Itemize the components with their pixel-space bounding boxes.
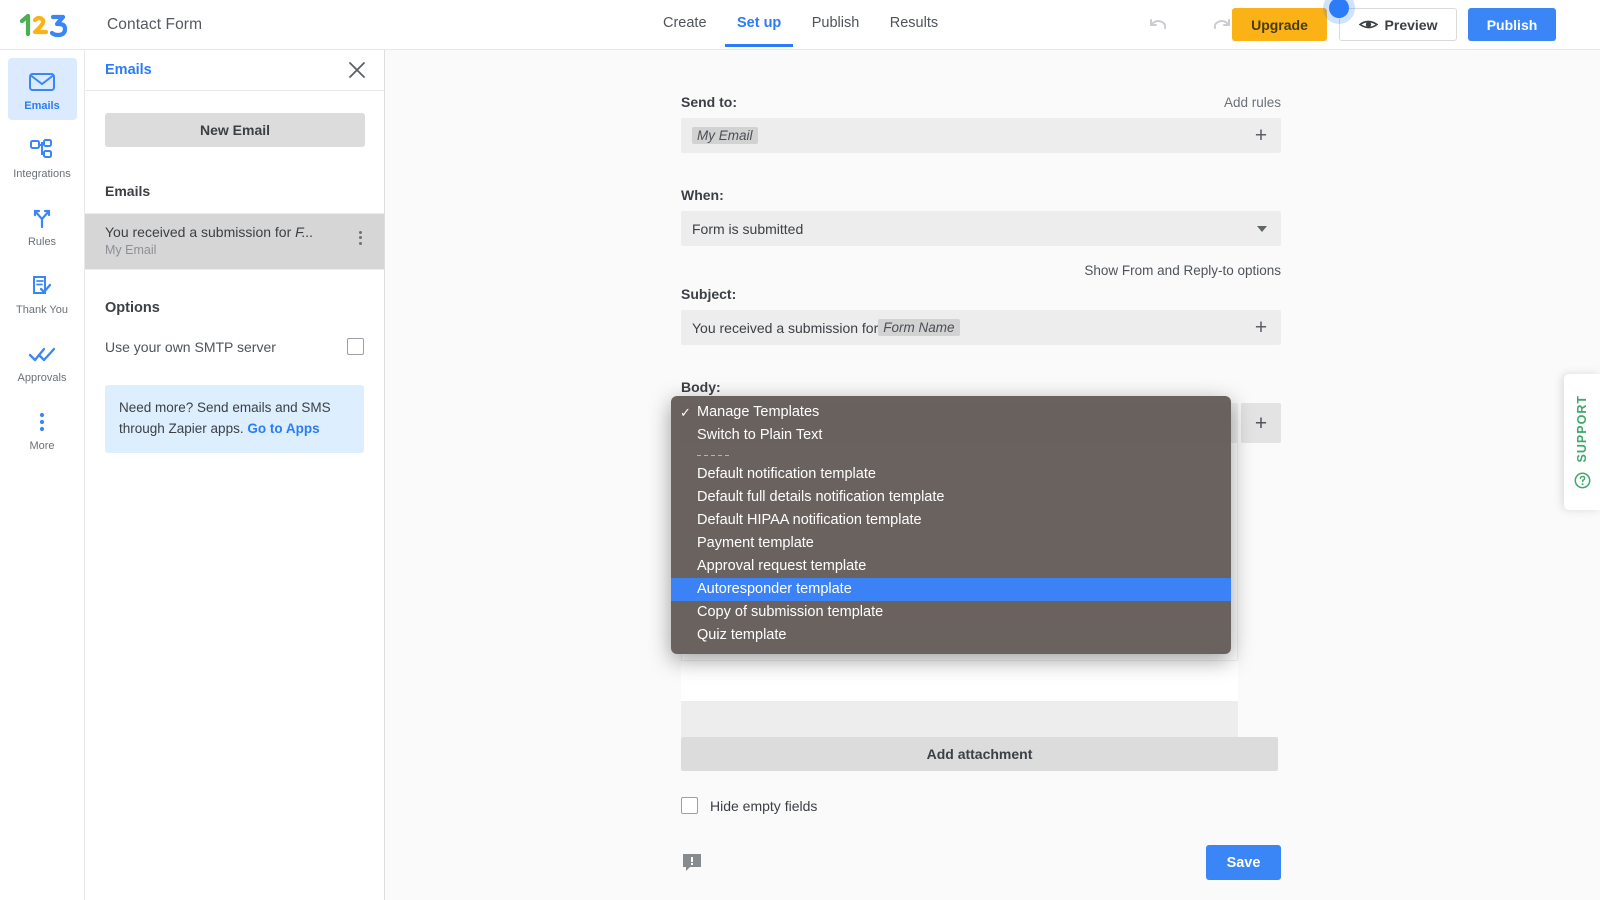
send-to-plus-icon[interactable]: + <box>1241 118 1281 153</box>
sidebar-label-integrations: Integrations <box>13 168 71 180</box>
feedback-bubble-icon[interactable] <box>681 852 703 878</box>
main-nav: Create Set up Publish Results <box>650 0 951 50</box>
menu-item-manage-templates[interactable]: Manage Templates <box>671 401 1231 424</box>
form-title: Contact Form <box>107 16 203 33</box>
kebab-menu-icon[interactable] <box>357 224 364 251</box>
email-item-title: You received a submission for F... <box>105 224 314 240</box>
when-select[interactable]: Form is submitted <box>681 211 1281 246</box>
sidebar-label-approvals: Approvals <box>17 372 67 384</box>
redo-arrow-icon[interactable] <box>1210 14 1234 36</box>
smtp-checkbox[interactable] <box>347 338 364 355</box>
send-to-label: Send to: <box>681 94 737 110</box>
body-plus-icon[interactable]: + <box>1241 403 1281 443</box>
envelope-icon <box>8 68 77 96</box>
double-check-icon <box>8 340 77 368</box>
smtp-label: Use your own SMTP server <box>105 338 276 355</box>
menu-item-approval-request[interactable]: Approval request template <box>671 555 1231 578</box>
body-editor-spacer <box>681 661 1238 701</box>
menu-separator <box>671 447 1231 463</box>
email-item-subtitle: My Email <box>105 243 157 257</box>
sidebar-label-more: More <box>29 440 55 452</box>
subject-input[interactable]: You received a submission for Form Name … <box>681 310 1281 345</box>
subject-text: You received a submission for <box>692 319 879 336</box>
support-label: SUPPORT <box>1575 395 1589 463</box>
chevron-down-icon <box>1257 225 1267 232</box>
sidebar-item-rules[interactable]: Rules <box>8 194 77 256</box>
subject-label: Subject: <box>681 286 737 302</box>
send-to-token: My Email <box>692 127 758 144</box>
sidebar-label-rules: Rules <box>27 236 57 248</box>
form-footer: Save <box>681 845 1281 885</box>
emails-list-heading: Emails <box>105 183 151 199</box>
subject-token: Form Name <box>878 319 960 336</box>
app-logo[interactable] <box>18 12 70 38</box>
when-selected-value: Form is submitted <box>692 220 804 237</box>
add-attachment-button[interactable]: Add attachment <box>681 737 1278 771</box>
new-email-button[interactable]: New Email <box>105 113 365 147</box>
show-from-reply-to-link[interactable]: Show From and Reply-to options <box>681 263 1281 278</box>
hide-empty-fields-label: Hide empty fields <box>710 797 818 814</box>
sidebar-label-emails: Emails <box>24 100 60 112</box>
tab-publish[interactable]: Publish <box>799 0 873 47</box>
question-circle-icon <box>1574 472 1591 489</box>
dots-vertical-icon <box>8 408 77 436</box>
panel-header: Emails <box>85 50 384 91</box>
options-heading: Options <box>105 300 160 316</box>
undo-arrow-icon[interactable] <box>1146 14 1170 36</box>
list-item[interactable]: You received a submission for F... My Em… <box>85 214 384 270</box>
preview-label: Preview <box>1384 16 1438 33</box>
body-label: Body: <box>681 379 721 395</box>
zapier-promo-box: Need more? Send emails and SMS through Z… <box>105 385 364 453</box>
menu-item-default-notification[interactable]: Default notification template <box>671 463 1231 486</box>
menu-item-switch-plain-text[interactable]: Switch to Plain Text <box>671 424 1231 447</box>
menu-item-quiz-template[interactable]: Quiz template <box>671 624 1231 647</box>
body-editor-footer-strip <box>681 701 1238 737</box>
menu-item-default-hipaa[interactable]: Default HIPAA notification template <box>671 509 1231 532</box>
sidebar-item-integrations[interactable]: Integrations <box>8 126 77 188</box>
left-icon-rail: Emails Integrations Rules Thank You Appr… <box>0 50 85 900</box>
sidebar-item-thank-you[interactable]: Thank You <box>8 262 77 324</box>
go-to-apps-link[interactable]: Go to Apps <box>247 421 319 436</box>
nodes-icon <box>8 136 77 164</box>
template-dropdown-menu: Manage Templates Switch to Plain Text De… <box>671 396 1231 654</box>
hide-empty-fields-checkbox[interactable] <box>681 797 698 814</box>
publish-button[interactable]: Publish <box>1468 8 1556 41</box>
close-icon[interactable] <box>348 61 366 79</box>
when-label: When: <box>681 187 724 203</box>
emails-panel: Emails New Email Emails You received a s… <box>85 50 385 900</box>
smtp-option-row: Use your own SMTP server <box>105 338 364 355</box>
sidebar-item-approvals[interactable]: Approvals <box>8 330 77 392</box>
sidebar-label-thank-you: Thank You <box>16 304 68 316</box>
tab-create[interactable]: Create <box>650 0 720 47</box>
support-tab[interactable]: SUPPORT <box>1564 374 1600 510</box>
sidebar-item-more[interactable]: More <box>8 398 77 460</box>
send-to-label-row: Send to: Add rules <box>681 94 1281 110</box>
eye-icon <box>1358 18 1378 31</box>
branch-icon <box>8 204 77 232</box>
menu-item-payment-template[interactable]: Payment template <box>671 532 1231 555</box>
menu-item-copy-of-submission[interactable]: Copy of submission template <box>671 601 1231 624</box>
hide-empty-fields-row: Hide empty fields <box>681 797 1281 814</box>
preview-button[interactable]: Preview <box>1339 8 1457 41</box>
doc-check-icon <box>8 272 77 300</box>
subject-plus-icon[interactable]: + <box>1241 310 1281 345</box>
sidebar-item-emails[interactable]: Emails <box>7 58 77 120</box>
upgrade-button[interactable]: Upgrade <box>1232 8 1327 41</box>
save-button[interactable]: Save <box>1206 845 1281 880</box>
emails-list: You received a submission for F... My Em… <box>85 213 384 270</box>
top-bar: Contact Form Create Set up Publish Resul… <box>0 0 1600 50</box>
tab-setup[interactable]: Set up <box>724 0 794 47</box>
panel-title: Emails <box>105 62 152 78</box>
menu-item-autoresponder[interactable]: Autoresponder template <box>671 578 1231 601</box>
add-rules-link[interactable]: Add rules <box>1224 95 1281 110</box>
tab-results[interactable]: Results <box>877 0 951 47</box>
menu-item-default-full-details[interactable]: Default full details notification templa… <box>671 486 1231 509</box>
send-to-input[interactable]: My Email + <box>681 118 1281 153</box>
